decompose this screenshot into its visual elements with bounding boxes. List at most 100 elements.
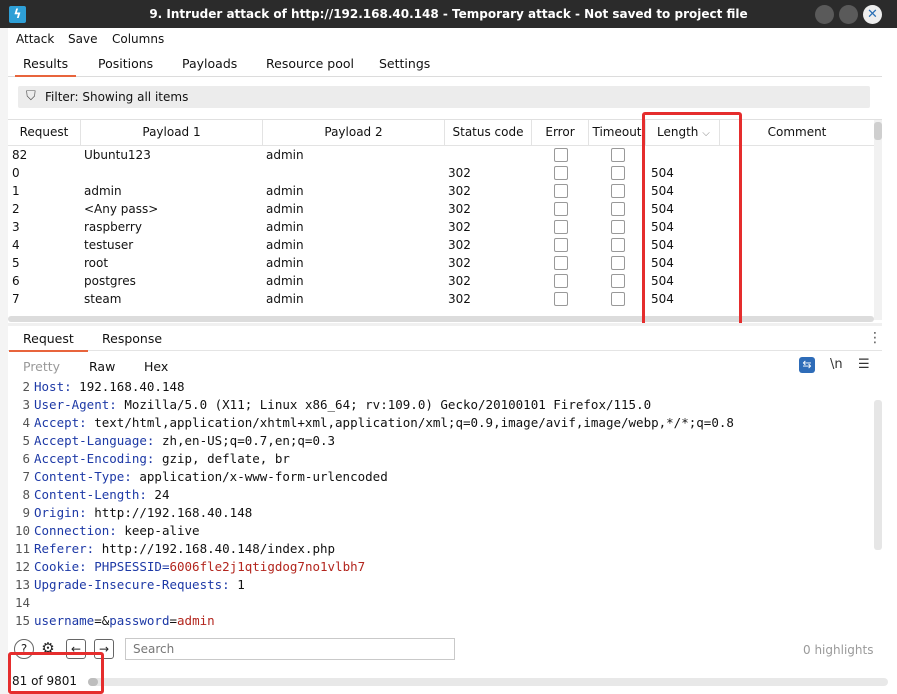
- error-checkbox: [554, 166, 568, 180]
- tab-resource-pool[interactable]: Resource pool: [266, 56, 354, 71]
- table-row[interactable]: 7 steam admin 302 504: [8, 290, 878, 308]
- column-header-label: Comment: [767, 125, 827, 139]
- table-scrollbar-thumb[interactable]: [874, 122, 882, 140]
- header-name: Upgrade-Insecure-Requests:: [34, 577, 230, 592]
- table-row[interactable]: 0 302 504: [8, 164, 878, 182]
- table-horizontal-scrollbar[interactable]: [8, 316, 874, 322]
- cell-payload2: admin: [266, 238, 304, 252]
- editor-scrollbar[interactable]: [874, 400, 882, 550]
- error-checkbox: [554, 184, 568, 198]
- cell-status-code: 302: [448, 238, 471, 252]
- cell-status-code: 302: [448, 166, 471, 180]
- timeout-checkbox: [611, 220, 625, 234]
- timeout-checkbox: [611, 202, 625, 216]
- header-name: Host:: [34, 379, 72, 394]
- progress-count-highlight-box: [8, 652, 104, 694]
- search-input[interactable]: Search: [125, 638, 455, 660]
- table-vertical-scrollbar[interactable]: [874, 120, 882, 320]
- param-value: admin: [177, 613, 215, 628]
- table-header: Request Payload 1 Payload 2 Status code …: [8, 120, 882, 146]
- line-number: 5: [22, 433, 30, 448]
- table-row[interactable]: 5 root admin 302 504: [8, 254, 878, 272]
- table-row[interactable]: 3 raspberry admin 302 504: [8, 218, 878, 236]
- editor-search-bar: ? ⚙ ← → Search 0 highlights: [8, 635, 882, 663]
- column-header-status-code[interactable]: Status code: [445, 120, 532, 145]
- filter-bar[interactable]: ⛉ Filter: Showing all items: [18, 86, 870, 108]
- cell-status-code: 302: [448, 202, 471, 216]
- line-number: 6: [22, 451, 30, 466]
- tab-settings[interactable]: Settings: [379, 56, 430, 71]
- cell-status-code: 302: [448, 292, 471, 306]
- timeout-checkbox: [611, 274, 625, 288]
- close-button[interactable]: ✕: [863, 5, 882, 24]
- error-checkbox: [554, 292, 568, 306]
- tab-hex[interactable]: Hex: [144, 359, 168, 374]
- tab-raw[interactable]: Raw: [74, 359, 130, 380]
- header-value: 1: [229, 577, 245, 592]
- tab-results[interactable]: Results: [14, 56, 77, 77]
- column-header-error[interactable]: Error: [532, 120, 589, 145]
- cell-payload2: admin: [266, 274, 304, 288]
- menu-save[interactable]: Save: [68, 32, 97, 46]
- tab-positions[interactable]: Positions: [98, 56, 153, 71]
- cell-payload2: admin: [266, 220, 304, 234]
- line-number: 2: [22, 379, 30, 394]
- table-row[interactable]: 82 Ubuntu123 admin: [8, 146, 878, 164]
- header-value: 24: [146, 487, 170, 502]
- filter-icon: ⛉: [26, 89, 36, 104]
- timeout-checkbox: [611, 166, 625, 180]
- tab-response[interactable]: Response: [102, 331, 162, 346]
- cell-request: 3: [12, 220, 20, 234]
- column-header-label: Error: [545, 125, 575, 139]
- error-checkbox: [554, 220, 568, 234]
- main-tabs: Results Positions Payloads Resource pool…: [8, 52, 882, 77]
- table-row[interactable]: 1 admin admin 302 504: [8, 182, 878, 200]
- cell-status-code: 302: [448, 184, 471, 198]
- timeout-checkbox: [611, 256, 625, 270]
- cell-payload1: postgres: [84, 274, 136, 288]
- cell-payload1: testuser: [84, 238, 134, 252]
- column-header-timeout[interactable]: Timeout: [589, 120, 646, 145]
- cell-request: 7: [12, 292, 20, 306]
- cell-payload1: raspberry: [84, 220, 142, 234]
- minimize-button[interactable]: [815, 5, 834, 24]
- column-header-comment[interactable]: Comment: [720, 120, 874, 145]
- filter-text: Filter: Showing all items: [45, 90, 189, 104]
- cell-payload1: admin: [84, 184, 122, 198]
- editor-menu-icon[interactable]: ☰: [858, 357, 870, 372]
- column-header-label: Payload 2: [324, 125, 383, 139]
- header-value: text/html,application/xhtml+xml,applicat…: [86, 415, 734, 430]
- table-row[interactable]: 4 testuser admin 302 504: [8, 236, 878, 254]
- line-number: 14: [14, 595, 30, 610]
- maximize-button[interactable]: [839, 5, 858, 24]
- word-wrap-icon[interactable]: ⇆: [799, 357, 815, 373]
- tab-payloads[interactable]: Payloads: [182, 56, 237, 71]
- line-number: 4: [22, 415, 30, 430]
- length-column-highlight-box: [642, 112, 742, 326]
- column-header-request[interactable]: Request: [8, 120, 81, 145]
- tab-request[interactable]: Request: [9, 331, 88, 352]
- table-row[interactable]: 2 <Any pass> admin 302 504: [8, 200, 878, 218]
- menu-attack[interactable]: Attack: [16, 32, 54, 46]
- more-options-icon[interactable]: ⋮: [868, 330, 882, 346]
- cell-payload2: admin: [266, 202, 304, 216]
- tab-pretty[interactable]: Pretty: [23, 359, 60, 374]
- column-header-payload1[interactable]: Payload 1: [81, 120, 263, 145]
- param-separator: =: [169, 613, 178, 628]
- line-number: 3: [22, 397, 30, 412]
- table-row[interactable]: 6 postgres admin 302 504: [8, 272, 878, 290]
- cell-payload2: admin: [266, 148, 304, 162]
- cell-status-code: 302: [448, 256, 471, 270]
- column-header-payload2[interactable]: Payload 2: [263, 120, 445, 145]
- cell-request: 82: [12, 148, 28, 162]
- header-name: Origin:: [34, 505, 87, 520]
- param-separator: =&: [94, 613, 110, 628]
- highlights-count: 0 highlights: [803, 643, 874, 657]
- timeout-checkbox: [611, 238, 625, 252]
- column-header-label: Payload 1: [142, 125, 201, 139]
- param-name: username: [34, 613, 95, 628]
- show-newlines-button[interactable]: \n: [830, 357, 843, 372]
- error-checkbox: [554, 256, 568, 270]
- request-editor[interactable]: 2 Host: 192.168.40.148 3 User-Agent: Mozil…: [8, 378, 882, 632]
- menu-columns[interactable]: Columns: [112, 32, 164, 46]
